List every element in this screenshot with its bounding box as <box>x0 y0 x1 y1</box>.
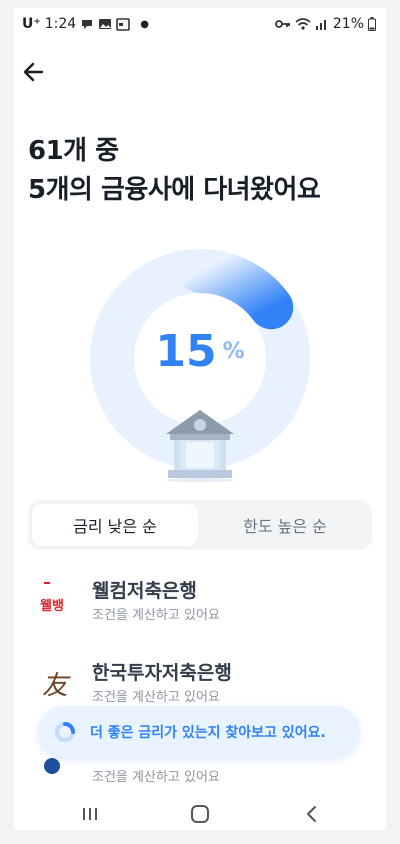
tab-highest-limit[interactable]: 한도 높은 순 <box>202 504 368 546</box>
bank-status: 조건을 계산하고 있어요 <box>92 690 220 705</box>
home-icon <box>191 805 209 823</box>
chevron-left-icon <box>307 806 316 822</box>
phone-screen: U⁺ 1:24 ● 21% 61개 중 5개의 금융사에 다녀왔어요 15 % … <box>14 8 386 830</box>
calendar-icon <box>116 18 131 31</box>
status-right: 21% <box>274 16 376 32</box>
progress-percent: 15% <box>89 326 311 377</box>
chat-bubble-icon <box>82 20 93 29</box>
korea-investment-logo-icon: 友 <box>38 664 74 701</box>
carrier-label: U⁺ <box>22 16 41 32</box>
page-title: 61개 중 5개의 금융사에 다녀왔어요 <box>28 132 378 210</box>
tab-lowest-rate[interactable]: 금리 낮은 순 <box>32 504 198 546</box>
progress-unit: % <box>222 339 245 364</box>
clock: 1:24 <box>44 16 77 32</box>
recent-apps-button[interactable] <box>70 798 110 830</box>
home-button[interactable] <box>180 798 220 830</box>
sort-tabs: 금리 낮은 순 한도 높은 순 <box>28 500 372 550</box>
status-left: U⁺ 1:24 ● <box>22 16 149 32</box>
title-line-1: 61개 중 <box>28 136 119 166</box>
donut-progress-arc <box>178 249 294 330</box>
bank-name: 웰컴저축은행 <box>92 580 197 602</box>
list-item-korea-investment-savings[interactable]: 友 한국투자저축은행 조건을 계산하고 있어요 <box>38 656 368 708</box>
system-nav-bar <box>14 798 386 830</box>
status-bar: U⁺ 1:24 ● 21% <box>14 8 386 40</box>
korea-investment-logo-text: 友 <box>42 671 71 700</box>
bank-name: 한국투자저축은행 <box>92 662 232 684</box>
battery-icon <box>368 17 376 31</box>
battery-percent: 21% <box>332 16 364 32</box>
key-icon <box>274 20 290 28</box>
wifi-icon <box>295 18 311 30</box>
searching-toast: 더 좋은 금리가 있는지 찾아보고 있어요. <box>38 706 360 758</box>
progress-value: 15 <box>155 326 217 377</box>
bank-status: 조건을 계산하고 있어요 <box>92 770 220 785</box>
welcome-logo-text: 웰뱅 <box>40 599 64 614</box>
list-item-welcome-savings[interactable]: 웰뱅 웰컴저축은행 조건을 계산하고 있어요 <box>38 574 368 626</box>
bank-building-icon <box>164 408 236 482</box>
signal-icon <box>315 20 326 30</box>
title-line-2: 5개의 금융사에 다녀왔어요 <box>28 175 321 205</box>
toast-message: 더 좋은 금리가 있는지 찾아보고 있어요. <box>90 725 326 741</box>
recent-apps-icon <box>83 808 97 820</box>
back-button[interactable] <box>20 58 48 86</box>
system-back-button[interactable] <box>292 798 332 830</box>
welcome-bank-logo-icon: 웰뱅 <box>38 582 74 618</box>
bank-status: 조건을 계산하고 있어요 <box>92 608 220 623</box>
notification-dot-icon: ● <box>140 18 149 30</box>
arrow-left-icon <box>23 62 44 82</box>
image-icon <box>99 19 112 29</box>
loading-spinner-icon <box>55 722 75 742</box>
